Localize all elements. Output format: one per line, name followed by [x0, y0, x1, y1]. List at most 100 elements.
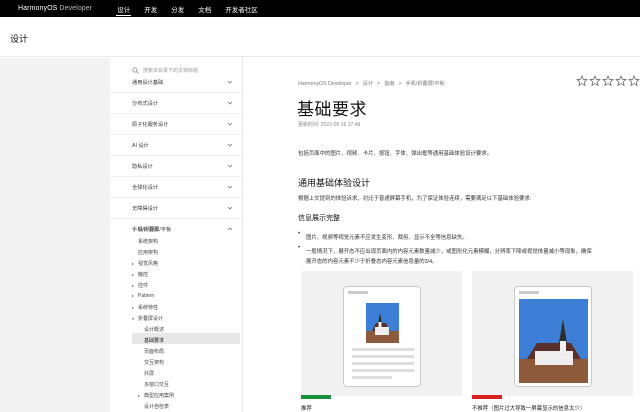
nav-distribute[interactable]: 分发	[164, 0, 191, 17]
bullet-dot: •	[298, 231, 301, 237]
caret-down-icon	[132, 317, 134, 320]
sidebar-item-label: AI 设计	[132, 142, 149, 149]
sidebar-fold-interaction[interactable]: 交互架构	[144, 359, 164, 366]
nav-develop[interactable]: 开发	[137, 0, 164, 17]
group-label: 折叠屏设计	[138, 316, 164, 322]
sidebar-item-accessibility[interactable]: 无障碍设计	[110, 198, 242, 219]
chevron-down-icon	[227, 185, 233, 189]
breadcrumb-link[interactable]: 指南	[384, 80, 394, 87]
sidebar-item-phone[interactable]: 手机/折叠屏/平板	[110, 219, 242, 240]
sidebar-item-label: 通用设计基础	[132, 79, 164, 86]
bullet-text-2a: 一般情况下，展开态不应出现页面内的内容元素数量减少，或图形化元素模糊，分辨率下降…	[306, 249, 592, 255]
breadcrumb-link[interactable]: HarmonyOS Developer	[298, 81, 352, 87]
not-recommended-indicator-bar	[472, 395, 502, 399]
chevron-down-icon	[227, 101, 233, 105]
breadcrumb: HarmonyOS Developer > 设计 > 指南 > 手机/折叠屏/平…	[298, 80, 449, 88]
group-label: Pattern	[138, 293, 155, 299]
church-photo	[366, 303, 399, 343]
nav-community[interactable]: 开发者社区	[218, 0, 265, 17]
breadcrumb-separator: >	[398, 80, 402, 87]
updated-time: 更新时间: 2022-05-16 17:48	[298, 122, 361, 128]
sidebar-fold-multiwindow[interactable]: 多窗口交互	[144, 381, 169, 388]
phone-mockup	[514, 286, 592, 387]
recommended-indicator-bar	[301, 395, 331, 399]
sidebar-group-touch[interactable]: 触控	[132, 271, 148, 278]
sidebar-fold-checklist[interactable]: 设计自检表	[144, 403, 169, 410]
rating-stars[interactable]	[576, 75, 640, 87]
sidebar-group-visual[interactable]: 视觉风格	[132, 260, 158, 267]
chevron-up-icon	[227, 227, 233, 231]
breadcrumb-separator: >	[355, 80, 359, 87]
page-title: 基础要求	[297, 100, 367, 119]
chevron-down-icon	[227, 206, 233, 210]
not-recommended-caption: 不推荐（图片过大导致一屏幕显示的信息太少）	[472, 406, 586, 412]
sidebar-item-label: 原子化服务设计	[132, 121, 169, 128]
sidebar-fold-layout[interactable]: 页面布局	[144, 348, 164, 355]
top-nav: HarmonyOS Developer 设计 开发 分发 文档 开发者社区	[0, 0, 640, 17]
not-recommended-example-image	[472, 271, 633, 396]
mockup-text-line	[352, 362, 414, 365]
sidebar-item-distributed[interactable]: 分布式设计	[110, 93, 242, 114]
mockup-header	[519, 291, 539, 294]
intro-text: 包括页面中的图片、视频、卡片、按钮、字体、弹出框等通用基础体验设计要求。	[298, 151, 493, 157]
sidebar-sub-system-arch[interactable]: 系统架构	[138, 238, 158, 245]
caret-right-icon	[138, 394, 140, 397]
bullet-text-1: 图片、视频等视觉元素不应发生变形、裁剪、显示不全等信息缺失。	[306, 235, 468, 241]
star-icon[interactable]	[576, 75, 588, 87]
caret-right-icon	[132, 306, 134, 309]
bullet-dot: •	[298, 245, 301, 251]
nav-design[interactable]: 设计	[110, 0, 137, 17]
star-icon[interactable]	[589, 75, 601, 87]
sidebar-sub-app-arch[interactable]: 应用架构	[138, 249, 158, 256]
subsection-heading: 信息展示完整	[298, 215, 340, 222]
recommended-caption: 推荐	[301, 406, 312, 412]
sidebar-item-atomic[interactable]: 原子化服务设计	[110, 114, 242, 135]
caret-right-icon	[132, 262, 134, 265]
sidebar: 搜索本目录下的文档标题 通用设计基础 分布式设计 原子化服务设计 AI 设计 隐…	[110, 58, 243, 412]
group-label: 视觉风格	[138, 261, 159, 267]
harmonyos-logo[interactable]: HarmonyOS Developer	[18, 5, 92, 12]
sidebar-group-controls[interactable]: 控件	[132, 282, 148, 289]
main-content: HarmonyOS Developer > 设计 > 指南 > 手机/折叠屏/平…	[243, 58, 640, 412]
logo-text: HarmonyOS	[18, 5, 58, 12]
section-header: 设计	[0, 17, 640, 57]
sidebar-item-basics[interactable]: 通用设计基础	[110, 72, 242, 93]
sidebar-item-label: 隐私设计	[132, 163, 153, 170]
mockup-text-line	[352, 376, 392, 379]
caret-right-icon	[132, 273, 134, 276]
breadcrumb-link[interactable]: 设计	[363, 80, 373, 87]
logo-subtext: Developer	[59, 5, 93, 12]
sidebar-fold-outer[interactable]: 外屏	[144, 370, 154, 377]
sidebar-item-privacy[interactable]: 隐私设计	[110, 156, 242, 177]
breadcrumb-link[interactable]: 手机/折叠屏/平板	[406, 80, 445, 87]
mockup-header	[348, 291, 368, 294]
section-heading: 通用基础体验设计	[298, 178, 371, 188]
nav-docs[interactable]: 文档	[191, 0, 218, 17]
group-label: 控件	[138, 283, 149, 289]
bullet-text-2b: 展开态的内容元素不少于折叠态内容元素信息量的3/4。	[306, 259, 438, 265]
sidebar-fold-overview[interactable]: 设计概述	[144, 326, 164, 333]
church-photo-large	[519, 299, 588, 383]
group-label: 系统特性	[138, 305, 159, 311]
sidebar-group-system[interactable]: 系统特性	[132, 304, 158, 311]
sidebar-fold-basic-active[interactable]: 基础要求	[144, 337, 164, 344]
star-icon[interactable]	[628, 75, 640, 87]
sidebar-fold-typical[interactable]: 典型应用案例	[138, 392, 174, 399]
star-icon[interactable]	[602, 75, 614, 87]
sidebar-group-foldable[interactable]: 折叠屏设计	[132, 315, 163, 322]
mockup-text-line	[352, 369, 414, 372]
star-icon[interactable]	[615, 75, 627, 87]
caret-right-icon	[132, 284, 134, 287]
sidebar-item-label: 全球化设计	[132, 184, 158, 191]
chevron-down-icon	[227, 143, 233, 147]
section-description: 根据上文提到的体验诉求，对比于普通屏幕手机，为了保证体验连续，需要满足以下基础体…	[298, 196, 532, 202]
sidebar-item-global[interactable]: 全球化设计	[110, 177, 242, 198]
mockup-text-line	[352, 355, 414, 358]
sidebar-item-label: 分布式设计	[132, 100, 158, 107]
sidebar-sub-principles[interactable]: 设计原则	[138, 226, 158, 233]
section-title: 设计	[10, 34, 29, 44]
sidebar-item-ai[interactable]: AI 设计	[110, 135, 242, 156]
breadcrumb-separator: >	[377, 80, 381, 87]
chevron-down-icon	[227, 122, 233, 126]
sidebar-group-pattern[interactable]: Pattern	[132, 293, 154, 299]
